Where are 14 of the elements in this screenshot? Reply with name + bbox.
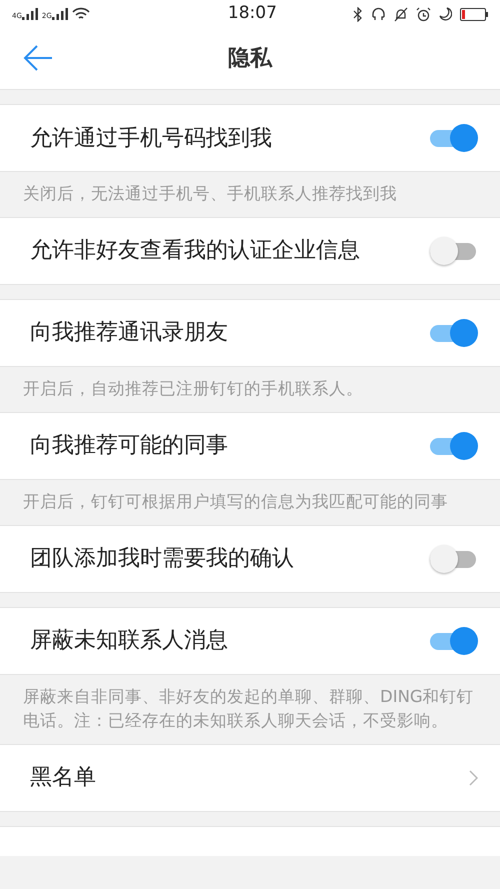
setting-note: 屏蔽来自非同事、非好友的发起的单聊、群聊、DING和钉钉电话。注：已经存在的未知联系人聊天会话，不受影响。 [22,686,475,732]
setting-label: 向我推荐可能的同事 [30,432,228,460]
setting-label: 允许通过手机号码找到我 [30,124,272,152]
setting-label: 黑名单 [30,764,96,792]
status-time: 18:07 [228,2,277,26]
setting-label: 允许非好友查看我的认证企业信息 [30,237,360,266]
setting-note: 关闭后，无法通过手机号、手机联系人推荐找到我 [22,183,398,205]
setting-label: 团队添加我时需要我的确认 [30,545,294,574]
setting-label: 屏蔽未知联系人消息 [30,627,228,656]
page-title: 隐私 [228,45,272,73]
setting-note: 开启后，自动推荐已注册钉钉的手机联系人。 [22,378,364,400]
setting-note: 开启后，钉钉可根据用户填写的信息为我匹配可能的同事 [22,490,449,513]
settings-row[interactable]: 黑名单 [0,744,500,812]
setting-label: 向我推荐通讯录朋友 [30,319,228,348]
